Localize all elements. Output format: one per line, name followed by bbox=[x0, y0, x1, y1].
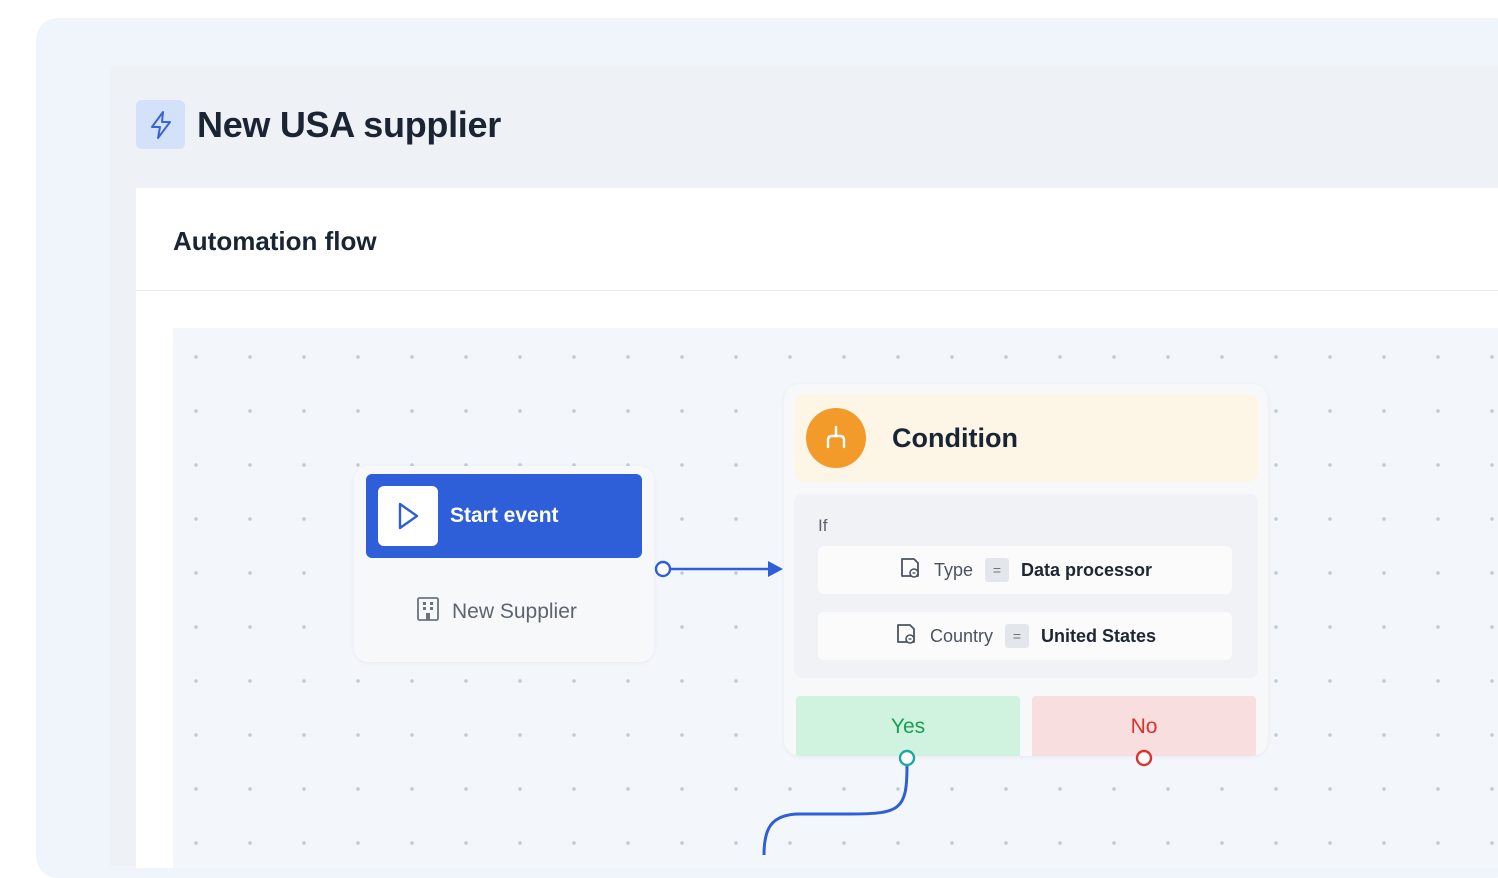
start-event-trigger: New Supplier bbox=[416, 596, 577, 627]
condition-title: Condition bbox=[892, 423, 1018, 453]
output-port[interactable] bbox=[654, 560, 672, 578]
condition-rule[interactable]: Country = United States bbox=[818, 612, 1232, 660]
building-icon bbox=[416, 596, 440, 627]
no-branch[interactable]: No bbox=[1032, 696, 1256, 756]
rule-value: Data processor bbox=[1020, 559, 1153, 580]
card-header: Automation flow bbox=[136, 188, 1498, 291]
rule-operator: = bbox=[984, 558, 1009, 582]
document-icon bbox=[894, 622, 918, 651]
start-event-label: Start event bbox=[450, 504, 559, 527]
document-icon bbox=[898, 556, 922, 585]
start-event-node[interactable]: Start event New Supplier bbox=[354, 466, 654, 662]
rule-value: United States bbox=[1041, 625, 1157, 646]
condition-node[interactable]: Condition If Type = Data processor Count… bbox=[784, 384, 1268, 756]
no-label: No bbox=[1130, 715, 1158, 738]
lightning-icon bbox=[136, 100, 185, 149]
play-icon bbox=[378, 486, 438, 546]
condition-header[interactable]: Condition bbox=[794, 394, 1258, 482]
yes-branch[interactable]: Yes bbox=[796, 696, 1020, 756]
rule-field: Country bbox=[929, 625, 993, 646]
yes-label: Yes bbox=[890, 715, 926, 738]
connector-arrow bbox=[654, 560, 783, 578]
page-title: New USA supplier bbox=[197, 104, 501, 145]
rule-operator: = bbox=[1005, 624, 1029, 648]
start-event-subtitle: New Supplier bbox=[452, 599, 577, 623]
if-label: If bbox=[818, 516, 828, 535]
card-title: Automation flow bbox=[173, 226, 377, 256]
branch-icon bbox=[806, 408, 866, 468]
if-block: If Type = Data processor Country = Unite… bbox=[794, 494, 1258, 678]
start-event-header[interactable]: Start event bbox=[366, 474, 642, 558]
condition-rule[interactable]: Type = Data processor bbox=[818, 546, 1232, 594]
rule-field: Type bbox=[933, 559, 973, 580]
